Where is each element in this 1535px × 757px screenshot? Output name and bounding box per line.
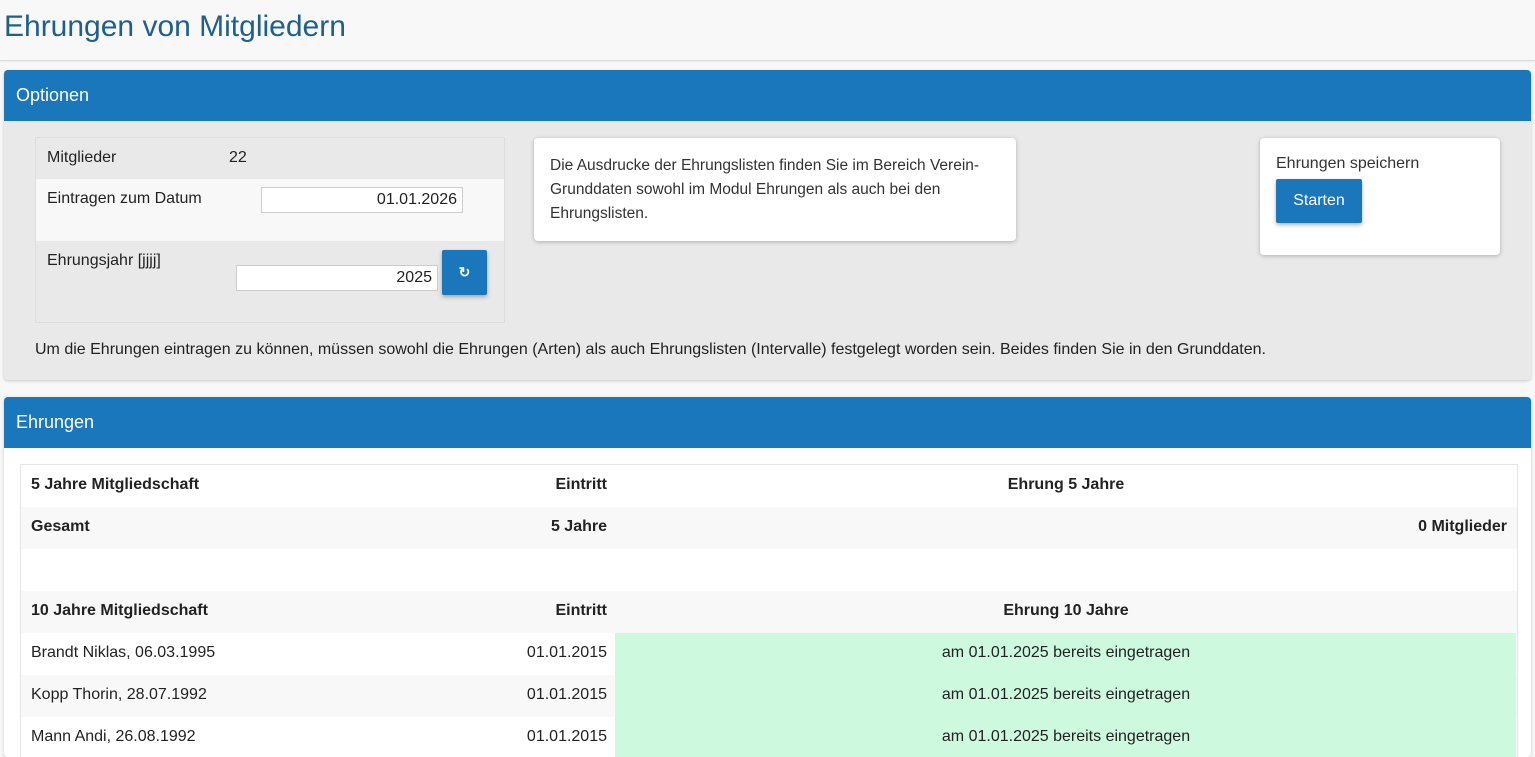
options-table: Mitglieder 22 Eintragen zum Datum Ehrung… xyxy=(35,137,505,323)
group5-header-row: 5 Jahre Mitgliedschaft Eintritt Ehrung 5… xyxy=(21,465,1517,507)
table-row: Mann Andi, 26.08.1992 01.01.2015 am 01.0… xyxy=(21,717,1517,757)
group5-total-label: Gesamt xyxy=(31,518,90,535)
options-panel-heading: Optionen xyxy=(4,70,1531,121)
honors-panel: Ehrungen 5 Jahre Mitgliedschaft Eintritt… xyxy=(4,397,1531,757)
member-name: Brandt Niklas, 06.03.1995 xyxy=(31,644,216,661)
info-card: Die Ausdrucke der Ehrungslisten finden S… xyxy=(534,138,1016,241)
group10-header-row: 10 Jahre Mitgliedschaft Eintritt Ehrung … xyxy=(21,591,1517,633)
refresh-button[interactable]: ↻ xyxy=(442,250,487,295)
group5-entry-header: Eintritt xyxy=(555,476,607,493)
save-label: Ehrungen speichern xyxy=(1276,155,1420,172)
member-status: am 01.01.2025 bereits eingetragen xyxy=(941,686,1191,703)
honors-table: 5 Jahre Mitgliedschaft Eintritt Ehrung 5… xyxy=(20,464,1518,757)
year-input[interactable] xyxy=(236,265,438,291)
member-entry: 01.01.2015 xyxy=(526,686,607,703)
date-label: Eintragen zum Datum xyxy=(47,190,202,207)
honors-body: 5 Jahre Mitgliedschaft Eintritt Ehrung 5… xyxy=(4,448,1531,757)
group10-title: 10 Jahre Mitgliedschaft xyxy=(31,602,208,619)
member-status: am 01.01.2025 bereits eingetragen xyxy=(941,728,1191,745)
member-entry: 01.01.2015 xyxy=(526,728,607,745)
group10-entry-header: Eintritt xyxy=(555,602,607,619)
group5-honor-header: Ehrung 5 Jahre xyxy=(1007,476,1125,493)
save-card: Ehrungen speichern Starten xyxy=(1260,138,1500,255)
spacer-row xyxy=(21,549,1517,591)
honors-panel-heading: Ehrungen xyxy=(4,397,1531,448)
group5-total-years: 5 Jahre xyxy=(550,518,607,535)
group5-title: 5 Jahre Mitgliedschaft xyxy=(31,476,200,493)
date-input[interactable] xyxy=(261,187,463,213)
table-row: Brandt Niklas, 06.03.1995 01.01.2015 am … xyxy=(21,633,1517,675)
member-name: Kopp Thorin, 28.07.1992 xyxy=(31,686,207,703)
date-row: Eintragen zum Datum xyxy=(36,179,504,241)
page-header: Ehrungen von Mitgliedern xyxy=(0,0,1535,61)
member-status: am 01.01.2025 bereits eingetragen xyxy=(941,644,1191,661)
members-count: 22 xyxy=(229,149,247,166)
start-button[interactable]: Starten xyxy=(1276,179,1362,223)
member-name: Mann Andi, 26.08.1992 xyxy=(31,728,196,745)
group10-honor-header: Ehrung 10 Jahre xyxy=(1003,602,1129,619)
year-row: Ehrungsjahr [jjjj] ↻ xyxy=(36,241,504,322)
options-panel: Optionen Mitglieder 22 Eintragen zum Dat… xyxy=(4,70,1531,380)
year-label: Ehrungsjahr [jjjj] xyxy=(47,252,161,269)
refresh-icon: ↻ xyxy=(458,264,471,280)
group5-total-members: 0 Mitglieder xyxy=(1418,518,1507,535)
page-title: Ehrungen von Mitgliedern xyxy=(4,10,346,43)
table-row: Kopp Thorin, 28.07.1992 01.01.2015 am 01… xyxy=(21,675,1517,717)
hint-text: Um die Ehrungen eintragen zu können, müs… xyxy=(35,341,1266,358)
member-entry: 01.01.2015 xyxy=(526,644,607,661)
members-row: Mitglieder 22 xyxy=(36,138,504,179)
group5-total-row: Gesamt 5 Jahre 0 Mitglieder xyxy=(21,507,1517,549)
members-label: Mitglieder xyxy=(47,149,117,166)
